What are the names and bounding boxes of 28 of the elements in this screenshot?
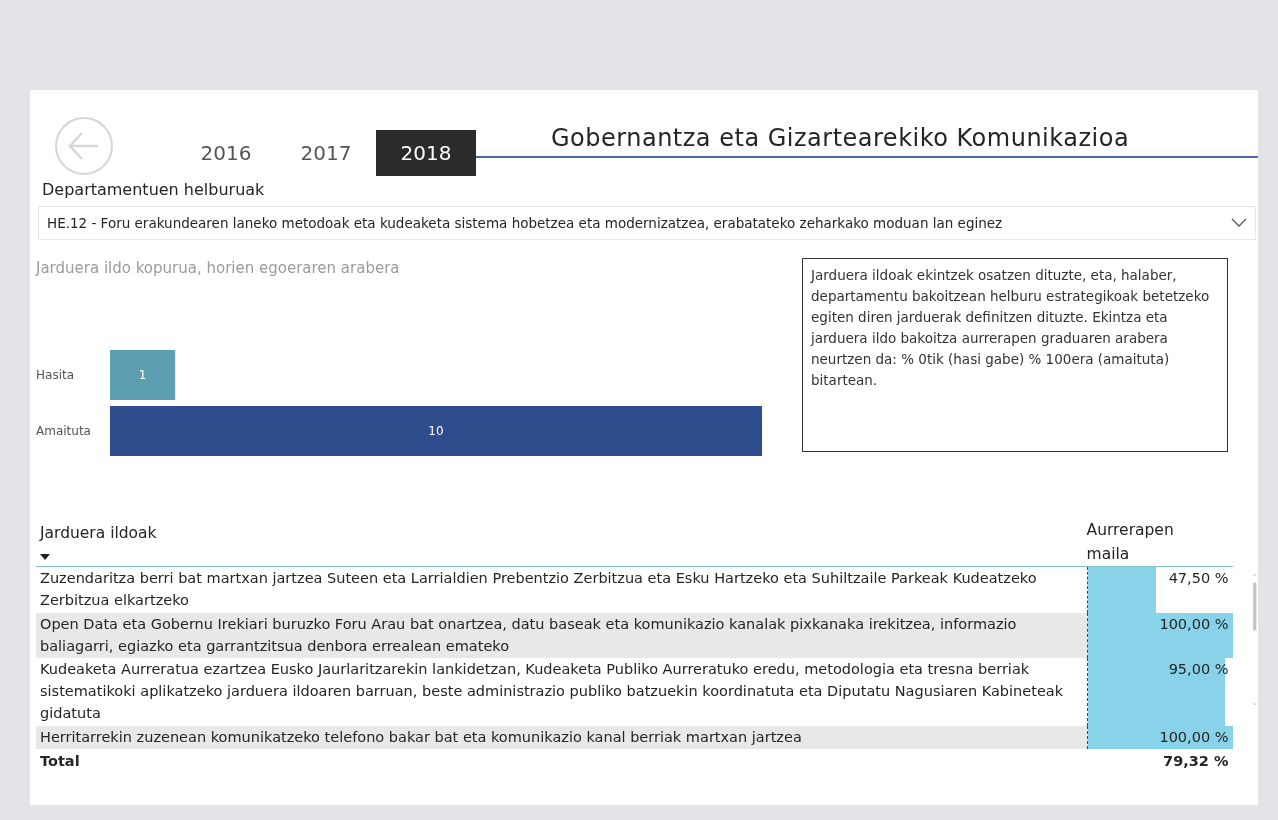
year-tab[interactable]: 2017 xyxy=(276,130,376,176)
total-value: 79,32 % xyxy=(1162,752,1230,772)
sort-icon[interactable] xyxy=(40,553,50,560)
category-label: Amaituta xyxy=(36,424,91,439)
category-label: Hasita xyxy=(36,368,75,383)
dropdown-value: HE.12 - Foru erakundearen laneko metodoak eta kudeaketa sistema hobetzea eta modernizatzea, erabatateko zeharkako moduan lan eginez xyxy=(47,214,1003,233)
bar xyxy=(110,350,176,401)
year-tab[interactable]: 2016 xyxy=(176,130,276,176)
info-text: Jarduera ildoak ekintzek osatzen dituzte, eta, halaber, departamentu bakoitzean helburu estrategikoak betetzeko egiten diren jarduerak definitzen dituzte. Ekintza eta jarduera ildo bakoitza aurrerapen graduaren arabera neurtzen da: % 0tik (hasi gabe) % 100era (amaituta) bitartean. xyxy=(802,258,1228,453)
chart-title: Jarduera ildo kopurua, horien egoeraren arabera xyxy=(36,258,400,280)
table-cell-text: Herritarrekin zuzenean komunikatzeko telefono bakar bat eta komunikazio kanal berriak martxan jartzea xyxy=(39,727,803,747)
table-cell-text: Open Data eta Gobernu Irekiari buruzko Foru Arau bat onartzea, datu baseak eta komunikazio kanalak pixkanaka irekitzea, informazio baliagarri, egiazko eta garrantzitsua denbora errealean emateko xyxy=(39,614,1018,656)
report-title: Gobernantza eta Gizartearekiko Komunikazioa xyxy=(551,124,1130,152)
chevron-down-icon xyxy=(1231,218,1247,229)
column-header[interactable]: Aurrerapen maila xyxy=(1086,516,1233,567)
bar-value: 1 xyxy=(138,368,147,383)
column-header[interactable]: Jarduera ildoak xyxy=(36,516,1087,546)
table-cell: 47,50 % xyxy=(1168,570,1229,587)
filter-label: Departamentuen helburuak xyxy=(42,179,265,201)
year-tab[interactable]: 2018 xyxy=(376,130,476,176)
back-icon[interactable] xyxy=(54,116,114,176)
bar-value: 10 xyxy=(428,424,444,439)
objective-dropdown[interactable]: HE.12 - Foru erakundearen laneko metodoak eta kudeaketa sistema hobetzea eta modernizatzea, erabatateko zeharkako moduan lan eginez xyxy=(38,206,1256,241)
table-cell-text: Kudeaketa Aurreratua ezartzea Eusko Jaurlaritzarekin lankidetzan, Kudeaketa Publiko Aurreratuko eredu, metodologia eta tresna berriak sistematikoki aplikatzeko jarduera ildoaren barruan, beste administrazio publiko batzuekin koordinatuta eta Diputatu Nagusiaren Kabineteak gidatuta xyxy=(39,660,1065,723)
table-cell: 100,00 % xyxy=(1159,615,1229,632)
total-label: Total xyxy=(39,752,81,772)
table-cell: 100,00 % xyxy=(1159,728,1229,745)
table-cell-text: Zuzendaritza berri bat martxan jartzea Suteen eta Larrialdien Prebentzio Zerbitzua eta Esku Hartzeko eta Suhiltzaile Parkeak Kudeatzeko Zerbitzua elkartzeko xyxy=(39,569,1038,611)
